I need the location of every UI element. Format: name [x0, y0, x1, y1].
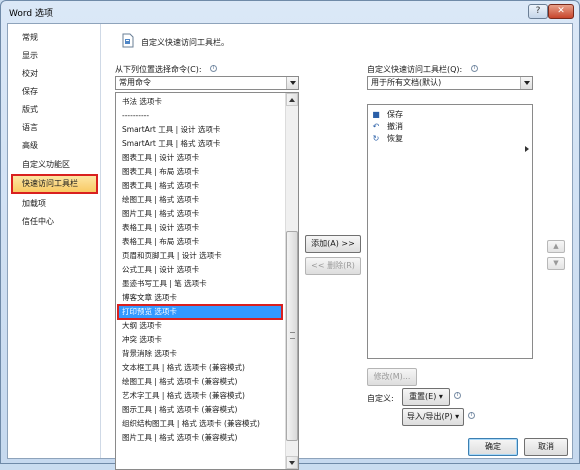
- qat-item-label: 保存: [387, 110, 403, 119]
- info-icon: i: [454, 392, 461, 399]
- undo-icon: ↶: [372, 122, 380, 131]
- command-list-item[interactable]: 冲突 选项卡: [118, 333, 282, 347]
- command-list-item[interactable]: 图表工具 | 设计 选项卡: [118, 151, 282, 165]
- save-icon: ■: [372, 110, 380, 119]
- customize-scope-dropdown[interactable]: 用于所有文档(默认): [367, 76, 533, 90]
- command-list-item[interactable]: 图表工具 | 格式 选项卡: [118, 179, 282, 193]
- cancel-button[interactable]: 取消: [524, 438, 568, 456]
- command-list-item[interactable]: 打印预览 选项卡: [117, 304, 283, 320]
- submenu-arrow-icon[interactable]: [525, 146, 529, 152]
- scroll-down-arrow-icon[interactable]: [286, 456, 298, 469]
- command-list-item[interactable]: 艺术字工具 | 格式 选项卡 (兼容模式): [118, 389, 282, 403]
- import-export-button[interactable]: 导入/导出(P) ▾: [402, 408, 464, 426]
- chevron-down-icon[interactable]: [520, 77, 532, 89]
- choose-commands-value: 常用命令: [119, 78, 151, 87]
- qat-panel: 自定义快速访问工具栏。 从下列位置选择命令(C): i 常用命令 书法 选项卡 -…: [102, 24, 572, 470]
- commands-listbox[interactable]: 书法 选项卡 ---------- SmartArt 工具 | 设计 选项卡 Smar…: [115, 92, 299, 470]
- customize-qat-label: 自定义快速访问工具栏(Q):: [367, 65, 463, 74]
- options-nav: 常规 显示 校对 保存 版式 语言 高级 自定义功能区 快速访问工具栏 加载项 …: [8, 24, 101, 458]
- command-list-item[interactable]: 大纲 选项卡: [118, 319, 282, 333]
- dialog-client: 常规 显示 校对 保存 版式 语言 高级 自定义功能区 快速访问工具栏 加载项 …: [7, 23, 573, 470]
- command-list-item[interactable]: 页眉和页脚工具 | 设计 选项卡: [118, 249, 282, 263]
- command-list-item[interactable]: 书法 选项卡: [118, 95, 282, 109]
- modify-button[interactable]: 修改(M)...: [367, 368, 417, 386]
- nav-item-quick-access-toolbar[interactable]: 快速访问工具栏: [11, 174, 98, 194]
- qat-item-label: 撤消: [387, 122, 403, 131]
- command-list-item[interactable]: 图示工具 | 格式 选项卡 (兼容模式): [118, 403, 282, 417]
- command-list-item[interactable]: 绘图工具 | 格式 选项卡 (兼容模式): [118, 375, 282, 389]
- help-button[interactable]: ?: [528, 4, 548, 19]
- customize-toolbar-icon: [122, 33, 134, 48]
- qat-item-save[interactable]: ■ 保存: [371, 109, 403, 121]
- word-options-window: Word 选项 ? ✕ 常规 显示 校对 保存 版式 语言 高级 自定义功能区 …: [0, 0, 580, 470]
- command-list-item[interactable]: 文本框工具 | 格式 选项卡 (兼容模式): [118, 361, 282, 375]
- customize-text: 自定义:: [367, 394, 394, 403]
- remove-button[interactable]: << 删除(R): [305, 257, 361, 275]
- qat-item-undo[interactable]: ↶ 撤消: [371, 121, 403, 133]
- window-title: Word 选项: [9, 9, 53, 19]
- info-icon: i: [471, 65, 478, 72]
- command-list-item[interactable]: 背景消除 选项卡: [118, 347, 282, 361]
- nav-item-layout[interactable]: 版式: [12, 101, 97, 119]
- choose-commands-dropdown[interactable]: 常用命令: [115, 76, 299, 90]
- info-icon: i: [210, 65, 217, 72]
- command-list-item[interactable]: SmartArt 工具 | 格式 选项卡: [118, 137, 282, 151]
- command-list-item[interactable]: 图片工具 | 格式 选项卡: [118, 207, 282, 221]
- ok-button[interactable]: 确定: [468, 438, 518, 456]
- chevron-down-icon[interactable]: [286, 77, 298, 89]
- scroll-thumb[interactable]: [286, 231, 298, 441]
- command-list-item[interactable]: 表格工具 | 设计 选项卡: [118, 221, 282, 235]
- command-list-item[interactable]: ----------: [118, 109, 282, 123]
- page-title: 自定义快速访问工具栏。: [141, 38, 229, 47]
- close-button[interactable]: ✕: [548, 4, 574, 19]
- scroll-up-arrow-icon[interactable]: [286, 93, 298, 106]
- info-icon: i: [468, 412, 475, 419]
- nav-item-save[interactable]: 保存: [12, 83, 97, 101]
- nav-item-display[interactable]: 显示: [12, 47, 97, 65]
- nav-item-trust-center[interactable]: 信任中心: [12, 213, 97, 231]
- redo-icon: ↻: [372, 134, 380, 143]
- qat-item-redo[interactable]: ↻ 恢复: [371, 133, 403, 145]
- reset-button[interactable]: 重置(E) ▾: [402, 388, 450, 406]
- commands-scrollbar[interactable]: [285, 93, 298, 469]
- choose-commands-label: 从下列位置选择命令(C):: [115, 65, 202, 74]
- command-list-item[interactable]: 绘图工具 | 格式 选项卡: [118, 193, 282, 207]
- command-list-item[interactable]: 图表工具 | 布局 选项卡: [118, 165, 282, 179]
- title-bar: Word 选项 ? ✕: [1, 1, 579, 23]
- customize-scope-value: 用于所有文档(默认): [371, 78, 442, 87]
- nav-item-add-ins[interactable]: 加载项: [12, 195, 97, 213]
- add-button[interactable]: 添加(A) >>: [305, 235, 361, 253]
- qat-item-label: 恢复: [387, 134, 403, 143]
- command-list-item[interactable]: 组织结构图工具 | 格式 选项卡 (兼容模式): [118, 417, 282, 431]
- command-list-item[interactable]: 墨迹书写工具 | 笔 选项卡: [118, 277, 282, 291]
- move-up-button[interactable]: ▲: [547, 240, 565, 253]
- nav-item-customize-ribbon[interactable]: 自定义功能区: [12, 156, 97, 174]
- command-list-item[interactable]: 表格工具 | 布局 选项卡: [118, 235, 282, 249]
- nav-item-general[interactable]: 常规: [12, 29, 97, 47]
- nav-item-language[interactable]: 语言: [12, 119, 97, 137]
- nav-item-advanced[interactable]: 高级: [12, 137, 97, 155]
- command-list-item[interactable]: 图片工具 | 格式 选项卡 (兼容模式): [118, 431, 282, 445]
- command-list-item[interactable]: SmartArt 工具 | 设计 选项卡: [118, 123, 282, 137]
- qat-listbox[interactable]: ■ 保存 ↶ 撤消 ↻ 恢复: [367, 104, 533, 359]
- nav-item-proofing[interactable]: 校对: [12, 65, 97, 83]
- move-down-button[interactable]: ▼: [547, 257, 565, 270]
- command-list-item[interactable]: 公式工具 | 设计 选项卡: [118, 263, 282, 277]
- command-list-item[interactable]: 博客文章 选项卡: [118, 291, 282, 305]
